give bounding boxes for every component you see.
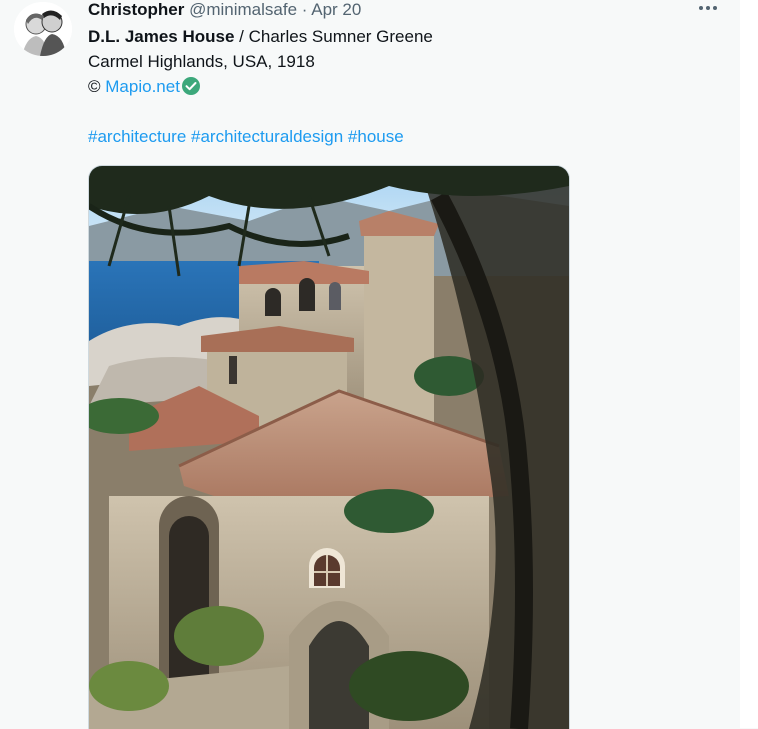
tweet-photo[interactable] [88, 165, 570, 729]
more-horizontal-icon [699, 6, 717, 10]
tweet-text: D.L. James House / Charles Sumner Greene… [88, 24, 688, 99]
check-circle-icon [181, 77, 200, 95]
avatar-image [14, 2, 72, 56]
hashtag-line: #architecture #architecturaldesign #hous… [88, 124, 404, 149]
avatar[interactable] [14, 2, 72, 56]
house-photo [89, 166, 569, 729]
title-rest: / Charles Sumner Greene [234, 27, 433, 46]
location-line: Carmel Highlands, USA, 1918 [88, 52, 315, 71]
title-line: D.L. James House / Charles Sumner Greene [88, 24, 688, 49]
header-separator: · [301, 0, 308, 19]
credit-link[interactable]: Mapio.net [105, 77, 180, 96]
title-bold: D.L. James House [88, 27, 235, 46]
credit-line: © Mapio.net [88, 74, 688, 99]
tweet-card[interactable]: Christopher @minimalsafe · Apr 20 D.L. J… [0, 0, 740, 729]
tweet-header: Christopher @minimalsafe · Apr 20 [88, 0, 361, 20]
author-handle[interactable]: @minimalsafe [189, 0, 297, 19]
more-options-button[interactable] [696, 0, 720, 16]
author-name[interactable]: Christopher [88, 0, 184, 19]
hashtag-link[interactable]: #architecture [88, 127, 186, 146]
hashtag-link[interactable]: #house [348, 127, 404, 146]
tweet-date[interactable]: Apr 20 [311, 0, 361, 19]
copyright-symbol: © [88, 77, 101, 96]
hashtag-link[interactable]: #architecturaldesign [191, 127, 343, 146]
right-gutter [740, 0, 758, 728]
